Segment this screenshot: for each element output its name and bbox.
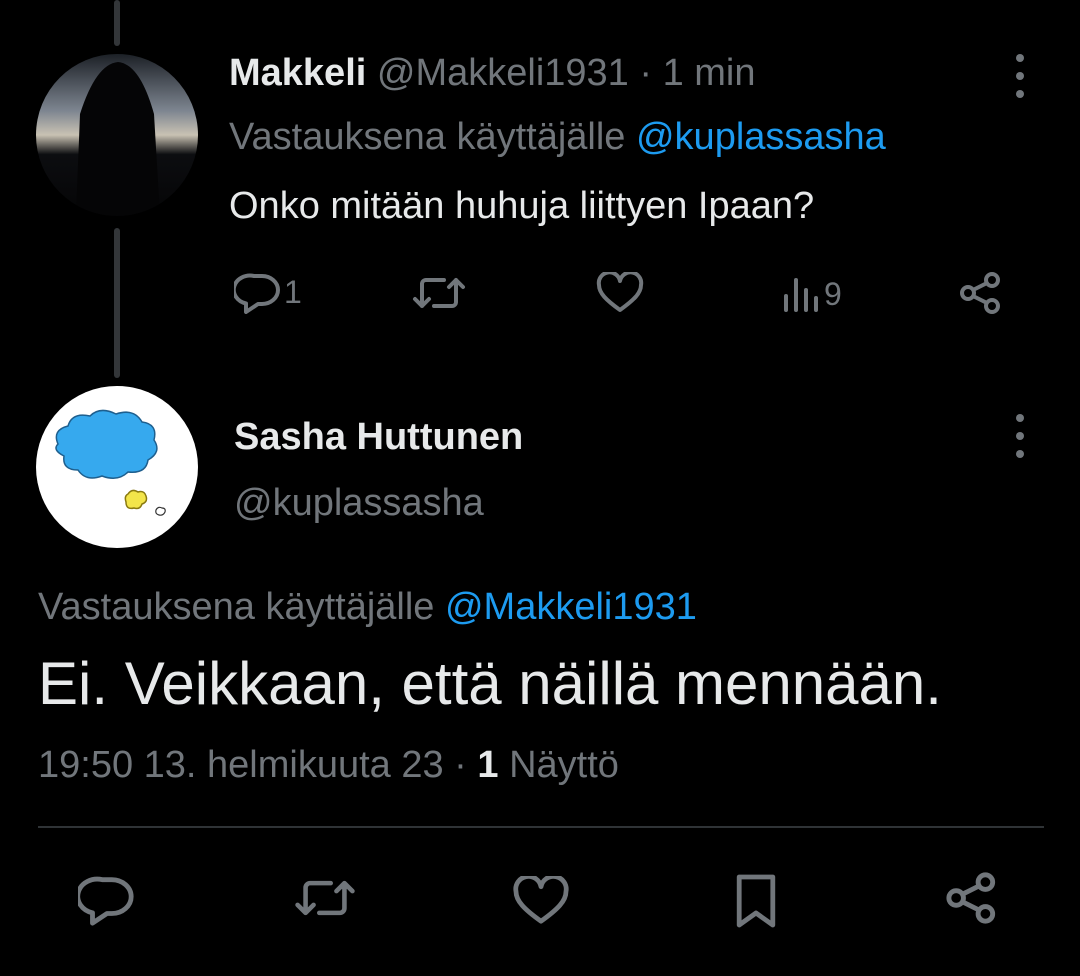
tweet2-meta: 19:50 13. helmikuuta 23 · 1 Näyttö — [38, 742, 619, 788]
tweet1-header: Makkeli @Makkeli1931 · 1 min — [229, 50, 756, 96]
tweet2-share-button[interactable] — [944, 870, 1000, 926]
tweet1-reply-context: Vastauksena käyttäjälle @kuplassasha — [229, 114, 886, 160]
tweet2-timestamp[interactable]: 19:50 13. helmikuuta 23 — [38, 744, 444, 786]
tweet2-reply-prefix: Vastauksena käyttäjälle — [38, 586, 445, 628]
tweet2-views-label: Näyttö — [498, 744, 619, 786]
tweet1-time[interactable]: 1 min — [663, 52, 756, 94]
thread-line-middle — [114, 228, 120, 378]
tweet2-like-button[interactable] — [512, 876, 570, 926]
tweet1-reply-button[interactable]: 1 — [234, 270, 302, 314]
tweet2-reply-to-link[interactable]: @Makkeli1931 — [445, 586, 697, 628]
reply-icon — [234, 270, 282, 314]
views-icon — [782, 274, 822, 314]
reply-icon — [78, 872, 136, 926]
tweet1-text: Onko mitään huhuja liittyen Ipaan? — [229, 185, 815, 227]
tweet1-share-button[interactable] — [958, 270, 1004, 316]
tweet1-reply-prefix: Vastauksena käyttäjälle — [229, 116, 636, 158]
tweet2-reply-button[interactable] — [78, 872, 136, 926]
tweet2-text: Ei. Veikkaan, että näillä mennään. — [38, 650, 942, 717]
tweet1-separator: · — [628, 52, 663, 94]
retweet-icon — [412, 272, 466, 314]
divider — [38, 826, 1044, 828]
tweet1-author-name[interactable]: Makkeli — [229, 52, 366, 94]
tweet2-author-handle[interactable]: @kuplassasha — [234, 480, 484, 526]
bookmark-icon — [732, 872, 780, 930]
more-icon[interactable] — [1005, 414, 1035, 458]
heart-icon — [596, 272, 644, 314]
avatar-sasha[interactable] — [36, 386, 198, 548]
share-icon — [944, 870, 1000, 926]
tweet1-author-handle[interactable]: @Makkeli1931 — [377, 52, 629, 94]
tweet1-retweet-button[interactable] — [412, 272, 466, 314]
tweet1-views-count: 9 — [824, 275, 842, 312]
tweet2-reply-context: Vastauksena käyttäjälle @Makkeli1931 — [38, 584, 697, 630]
share-icon — [958, 270, 1004, 316]
tweet1-reply-to-link[interactable]: @kuplassasha — [636, 116, 886, 158]
tweet2-bookmark-button[interactable] — [732, 872, 780, 930]
retweet-icon — [294, 874, 356, 922]
tweet2-views-count: 1 — [477, 744, 499, 786]
more-icon[interactable] — [1005, 54, 1035, 98]
tweet1-like-button[interactable] — [596, 272, 644, 314]
heart-icon — [512, 876, 570, 926]
tweet1-views-button[interactable]: 9 — [782, 274, 842, 314]
tweet2-separator: · — [443, 744, 478, 786]
tweet2-retweet-button[interactable] — [294, 874, 356, 922]
tweet2-author-name[interactable]: Sasha Huttunen — [234, 414, 523, 460]
avatar-makkeli[interactable] — [36, 54, 198, 216]
thread-line-top — [114, 0, 120, 46]
tweet1-reply-count: 1 — [284, 273, 302, 310]
tweet-thread: Makkeli @Makkeli1931 · 1 min Vastauksena… — [0, 0, 1080, 976]
